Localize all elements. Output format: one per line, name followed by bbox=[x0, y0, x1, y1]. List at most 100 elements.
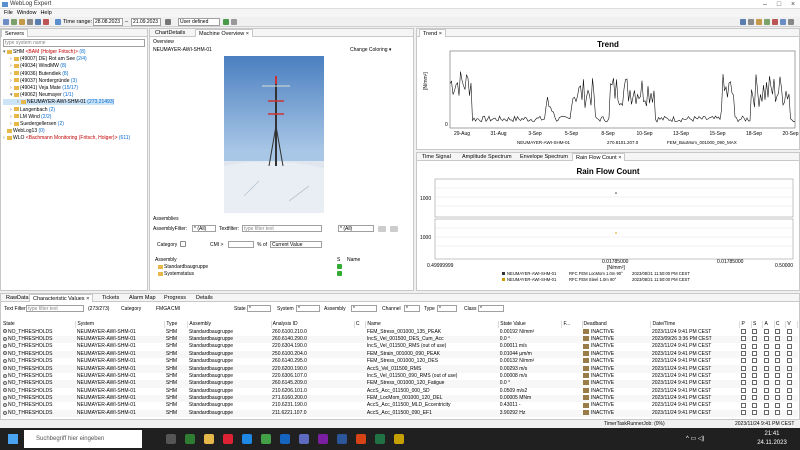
more-filter-icon[interactable] bbox=[390, 226, 398, 232]
change-coloring-button[interactable]: Change Coloring ▾ bbox=[350, 47, 391, 53]
row-checkbox[interactable] bbox=[740, 343, 751, 350]
column-header[interactable]: V bbox=[785, 321, 798, 329]
tab-servers[interactable]: Servers bbox=[1, 29, 28, 37]
row-checkbox[interactable] bbox=[740, 358, 751, 365]
row-checkbox[interactable] bbox=[740, 336, 751, 343]
system-filter-select[interactable]: * bbox=[296, 305, 320, 312]
row-checkbox[interactable] bbox=[774, 387, 785, 395]
row-checkbox[interactable] bbox=[774, 365, 785, 372]
taskbar-search-input[interactable]: Suchbegriff hier eingeben bbox=[24, 430, 142, 448]
bottom-textfilter-input[interactable]: type filter text bbox=[26, 305, 84, 312]
row-checkbox[interactable] bbox=[763, 343, 774, 350]
row-checkbox[interactable] bbox=[763, 328, 774, 335]
perspective-2-icon[interactable] bbox=[748, 19, 754, 25]
clock-time[interactable]: 21:41 bbox=[757, 431, 787, 437]
row-checkbox[interactable] bbox=[751, 343, 762, 350]
table-row[interactable]: NO_THRESHOLDS NEUMAYER-AWI-SHM-01 SHM Stand… bbox=[2, 335, 798, 344]
tree-item[interactable]: › (49007) DE) Rot am See (2/4) bbox=[3, 56, 87, 62]
column-header[interactable]: C bbox=[774, 321, 787, 329]
time-mode-select[interactable]: User defined bbox=[178, 18, 220, 26]
row-checkbox[interactable] bbox=[740, 387, 751, 395]
row-checkbox[interactable] bbox=[751, 380, 762, 387]
tab-raw-data[interactable]: RawData bbox=[3, 294, 32, 302]
file-explorer-icon[interactable] bbox=[204, 434, 214, 444]
mail-icon[interactable] bbox=[242, 434, 252, 444]
perspective-3-icon[interactable] bbox=[756, 19, 762, 25]
perspective-5-icon[interactable] bbox=[772, 19, 778, 25]
row-checkbox[interactable] bbox=[740, 373, 751, 380]
class-filter-select[interactable]: * bbox=[478, 305, 504, 312]
row-checkbox[interactable] bbox=[763, 402, 774, 409]
tree-item[interactable]: › (49036) Butendiek (8) bbox=[3, 71, 68, 77]
filter-icon[interactable] bbox=[35, 19, 41, 25]
apply-icon[interactable] bbox=[223, 19, 229, 25]
row-checkbox[interactable] bbox=[740, 395, 751, 402]
rainflow-chart[interactable]: Rain Flow Count 1000 1000 0.49999999 0.0… bbox=[417, 162, 799, 290]
assembly-filter-select[interactable]: * (All) bbox=[192, 225, 216, 232]
row-checkbox[interactable] bbox=[786, 336, 798, 343]
menu-file[interactable]: File bbox=[4, 9, 13, 17]
row-checkbox[interactable] bbox=[786, 373, 798, 380]
tree-item[interactable]: › LM Wind (2/2) bbox=[3, 114, 51, 120]
row-checkbox[interactable] bbox=[774, 373, 785, 380]
row-checkbox[interactable] bbox=[786, 402, 798, 409]
row-checkbox[interactable] bbox=[751, 373, 762, 380]
tab-details[interactable]: Details bbox=[193, 294, 216, 302]
outlook-icon[interactable] bbox=[280, 434, 290, 444]
teams-icon[interactable] bbox=[299, 434, 309, 444]
taskbar-app-icon[interactable] bbox=[223, 434, 233, 444]
table-row[interactable]: NO_THRESHOLDS NEUMAYER-AWI-SHM-01 SHM Stand… bbox=[2, 343, 798, 350]
row-checkbox[interactable] bbox=[786, 358, 798, 365]
tab-progress[interactable]: Progress bbox=[161, 294, 189, 302]
row-checkbox[interactable] bbox=[751, 350, 762, 358]
row-checkbox[interactable] bbox=[763, 387, 774, 395]
channel-filter-select[interactable]: * bbox=[404, 305, 420, 312]
table-row[interactable]: NO_THRESHOLDS NEUMAYER-AWI-SHM-01 SHM Stand… bbox=[2, 328, 798, 335]
perspective-7-icon[interactable] bbox=[788, 19, 794, 25]
column-header[interactable]: Type bbox=[164, 321, 189, 329]
maximize-icon[interactable]: □ bbox=[772, 0, 786, 9]
perspective-icon[interactable] bbox=[740, 19, 746, 25]
row-checkbox[interactable] bbox=[786, 328, 798, 335]
task-view-icon[interactable] bbox=[166, 434, 176, 444]
row-checkbox[interactable] bbox=[774, 350, 785, 358]
tab-characteristic-values[interactable]: Characteristic Values × bbox=[29, 294, 94, 302]
table-row[interactable]: NO_THRESHOLDS NEUMAYER-AWI-SHM-01 SHM Stand… bbox=[2, 409, 798, 418]
list-item[interactable]: Standardbaugruppe bbox=[158, 264, 208, 270]
tab-alarm-map[interactable]: Alarm Map bbox=[126, 294, 159, 302]
print-icon[interactable] bbox=[27, 19, 33, 25]
server-search-input[interactable]: type system name bbox=[3, 39, 145, 47]
column-header[interactable]: State Value bbox=[498, 321, 563, 329]
row-checkbox[interactable] bbox=[786, 343, 798, 350]
row-checkbox[interactable] bbox=[763, 358, 774, 365]
row-checkbox[interactable] bbox=[786, 395, 798, 402]
column-header[interactable]: C bbox=[354, 321, 367, 329]
onenote-icon[interactable] bbox=[318, 434, 328, 444]
add-filter-icon[interactable] bbox=[378, 226, 386, 232]
column-header[interactable]: S bbox=[751, 321, 764, 329]
row-checkbox[interactable] bbox=[740, 328, 751, 335]
time-from-input[interactable]: 28.08.2023 bbox=[93, 18, 123, 26]
alarm-icon[interactable] bbox=[43, 19, 49, 25]
row-checkbox[interactable] bbox=[786, 365, 798, 372]
perspective-4-icon[interactable] bbox=[764, 19, 770, 25]
tree-item[interactable]: › NEUMAYER-AWI-SHM-01 (273,21493) bbox=[3, 99, 115, 106]
table-row[interactable]: NO_THRESHOLDS NEUMAYER-AWI-SHM-01 SHM Stand… bbox=[2, 388, 798, 395]
time-to-input[interactable]: 21.09.2023 bbox=[131, 18, 161, 26]
taskbar-app-icon[interactable] bbox=[185, 434, 195, 444]
cmi-input[interactable] bbox=[228, 241, 254, 248]
table-row[interactable]: NO_THRESHOLDS NEUMAYER-AWI-SHM-01 SHM Stand… bbox=[2, 380, 798, 388]
column-header[interactable]: A bbox=[762, 321, 775, 329]
tab-rain-flow-count[interactable]: Rain Flow Count × bbox=[572, 153, 626, 161]
table-row[interactable]: NO_THRESHOLDS NEUMAYER-AWI-SHM-01 SHM Stand… bbox=[2, 373, 798, 380]
row-checkbox[interactable] bbox=[751, 387, 762, 395]
menu-window[interactable]: Window bbox=[17, 9, 37, 17]
column-header[interactable]: F... bbox=[561, 321, 583, 329]
row-checkbox[interactable] bbox=[751, 395, 762, 402]
row-checkbox[interactable] bbox=[751, 336, 762, 343]
row-checkbox[interactable] bbox=[751, 402, 762, 409]
clock-date[interactable]: 24.11.2023 bbox=[752, 440, 792, 446]
refresh-icon[interactable] bbox=[11, 19, 17, 25]
row-checkbox[interactable] bbox=[774, 343, 785, 350]
list-item[interactable]: Systemstatus bbox=[158, 271, 194, 277]
